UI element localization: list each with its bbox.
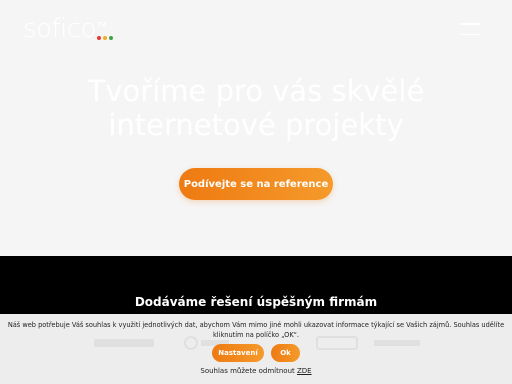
clients-title: Dodáváme řešení úspěšným firmám — [134, 295, 378, 309]
hero-headline-line2: internetové projekty — [108, 108, 404, 142]
cookie-message-line2: kliknutím na políčko „OK“. — [212, 331, 299, 339]
cookie-message: Náš web potřebuje Váš souhlas k využití … — [6, 320, 506, 340]
hamburger-icon[interactable] — [461, 23, 481, 35]
references-button[interactable]: Podívejte se na reference — [179, 168, 333, 200]
logo-dot-green — [109, 36, 114, 40]
cookie-revoke-text: Souhlas můžete odmítnout — [200, 367, 295, 375]
logo-dot-yellow — [103, 36, 108, 40]
cookie-revoke-link[interactable]: ZDE — [297, 367, 312, 375]
hero-headline: Tvoříme pro vás skvělé internetové proje… — [0, 74, 512, 142]
cookie-settings-button[interactable]: Nastavení — [212, 344, 264, 362]
cookie-buttons: Nastavení Ok — [0, 344, 512, 362]
logo-dots — [97, 36, 114, 40]
logo-dot-red — [97, 36, 102, 40]
hero-section: sofico cz Tvoříme pro vás skvělé interne… — [0, 0, 512, 256]
hero-headline-line1: Tvoříme pro vás skvělé — [87, 74, 425, 108]
cookie-ok-button[interactable]: Ok — [271, 344, 300, 362]
cookie-revoke: Souhlas můžete odmítnout ZDE — [0, 367, 512, 375]
logo-suffix: cz — [98, 20, 107, 28]
logo-suffix-group: cz — [97, 14, 114, 44]
cookie-message-line1: Náš web potřebuje Váš souhlas k využití … — [7, 321, 505, 329]
hamburger-line — [461, 33, 481, 35]
logo-text: sofico — [23, 14, 97, 44]
site-logo[interactable]: sofico cz — [23, 14, 114, 44]
hamburger-line — [461, 23, 481, 25]
